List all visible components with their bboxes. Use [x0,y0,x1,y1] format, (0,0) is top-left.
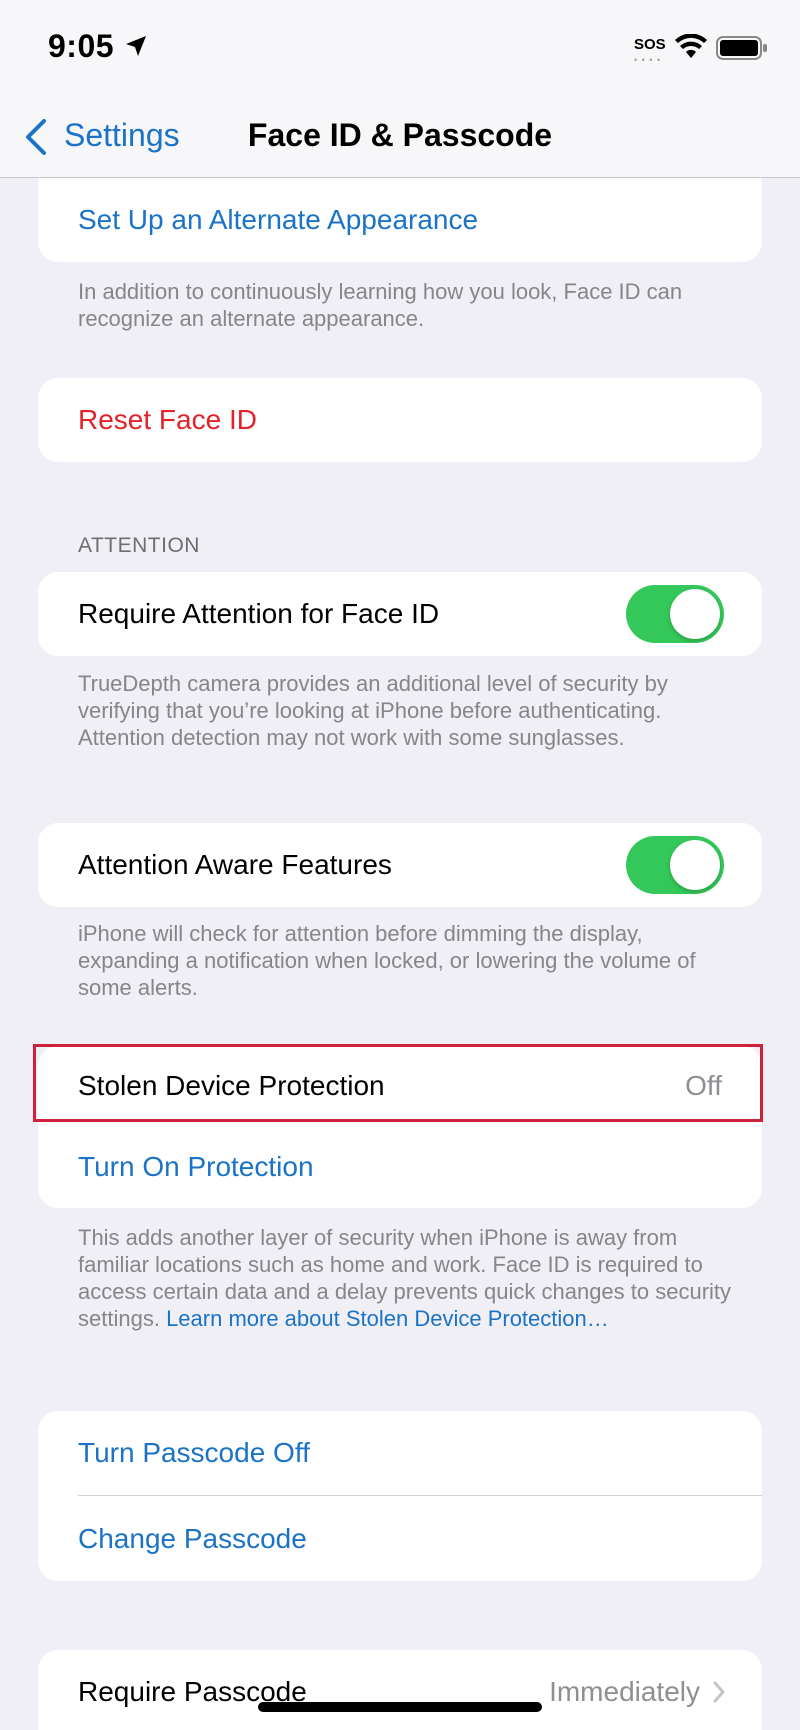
attention-aware-group: Attention Aware Features [38,823,762,907]
turn-passcode-off-label: Turn Passcode Off [78,1437,310,1468]
require-attention-footer: TrueDepth camera provides an additional … [78,671,668,750]
alternate-appearance-group: Set Up an Alternate Appearance [38,178,762,262]
require-passcode-group: Require Passcode Immediately [38,1650,762,1730]
stolen-device-protection-footer: This adds another layer of security when… [78,1224,738,1332]
attention-aware-footer: iPhone will check for attention before d… [78,921,696,1000]
require-attention-row: Require Attention for Face ID [38,572,762,656]
change-passcode-row[interactable]: Change Passcode [38,1496,762,1581]
reset-face-id-row[interactable]: Reset Face ID [38,378,762,462]
toggle-knob [670,840,720,890]
turn-on-protection-row[interactable]: Turn On Protection [38,1126,762,1208]
require-passcode-value: Immediately [549,1676,700,1707]
attention-aware-toggle[interactable] [626,836,724,894]
toggle-knob [670,589,720,639]
require-attention-label: Require Attention for Face ID [78,598,440,629]
page-title: Face ID & Passcode [247,117,553,153]
settings-list[interactable]: Set Up an Alternate Appearance In additi… [0,178,800,1730]
learn-more-link[interactable]: Learn more about Stolen Device Protectio… [166,1306,609,1331]
status-time: 9:05 [48,28,115,64]
require-attention-group: Require Attention for Face ID [38,572,762,656]
alternate-appearance-footer: In addition to continuously learning how… [78,279,683,331]
stolen-device-protection-highlight [33,1044,763,1122]
back-button[interactable]: Settings [64,117,180,154]
turn-passcode-off-row[interactable]: Turn Passcode Off [38,1411,762,1495]
reset-face-id-label: Reset Face ID [78,404,257,435]
change-passcode-label: Change Passcode [78,1522,307,1554]
navigation-bar: Settings Face ID & Passcode [0,95,800,178]
battery-icon [716,36,767,60]
setup-alternate-appearance-label: Set Up an Alternate Appearance [78,204,479,235]
status-bar: 9:05 SOS • • • • [0,0,800,95]
attention-aware-label: Attention Aware Features [78,849,392,880]
chevron-left-icon[interactable] [22,117,48,157]
require-passcode-row[interactable]: Require Passcode Immediately [38,1650,762,1730]
attention-section-header: ATTENTION [78,534,200,557]
chevron-right-icon [713,1681,725,1703]
sos-signal-dots: • • • • [634,55,662,65]
setup-alternate-appearance-row[interactable]: Set Up an Alternate Appearance [38,178,762,262]
wifi-icon [675,34,707,58]
require-attention-toggle[interactable] [626,585,724,643]
sos-indicator: SOS [634,36,666,53]
reset-face-id-group: Reset Face ID [38,378,762,462]
home-indicator[interactable] [258,1702,542,1712]
attention-aware-row: Attention Aware Features [38,823,762,907]
passcode-group: Turn Passcode Off Change Passcode [38,1411,762,1581]
location-arrow-icon [126,36,146,56]
turn-on-protection-label: Turn On Protection [78,1151,314,1182]
